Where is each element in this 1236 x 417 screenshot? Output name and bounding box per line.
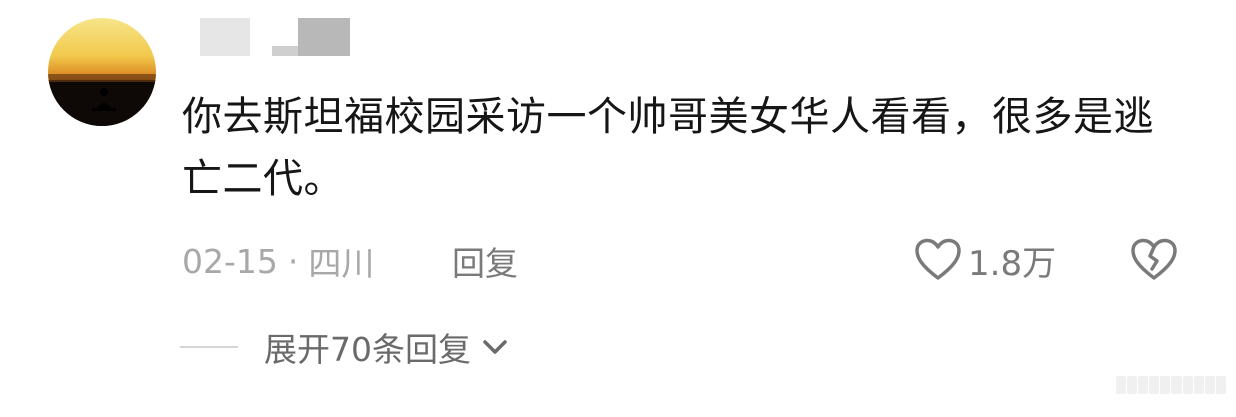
comment-date: 02-15 xyxy=(182,241,278,281)
reply-label: 回复 xyxy=(452,244,518,283)
comment-text: 你去斯坦福校园采访一个帅哥美女华人看看，很多是逃亡二代。 xyxy=(182,94,1154,202)
comment-meta: 02-15 · 四川 xyxy=(182,238,374,284)
redaction-block xyxy=(298,18,350,56)
broken-heart-icon xyxy=(1131,238,1177,280)
watermark xyxy=(1116,376,1226,394)
like-count: 1.8万 xyxy=(968,243,1057,284)
comment-location: 四川 xyxy=(308,244,375,283)
reply-button[interactable]: 回复 xyxy=(452,238,518,284)
heart-icon xyxy=(915,238,961,280)
expand-replies-button[interactable]: 展开70条回复 xyxy=(264,323,509,371)
username-redacted[interactable] xyxy=(200,18,350,58)
like-button[interactable]: 1.8万 xyxy=(914,236,1056,284)
expand-replies-label: 展开70条回复 xyxy=(264,330,471,369)
meta-separator: · xyxy=(287,241,299,281)
chevron-down-icon xyxy=(483,340,507,354)
redaction-block xyxy=(272,46,298,56)
avatar[interactable] xyxy=(48,18,156,126)
divider-line xyxy=(180,346,238,348)
comment-card: 你去斯坦福校园采访一个帅哥美女华人看看，很多是逃亡二代。 02-15 · 四川 … xyxy=(0,0,1236,417)
avatar-image xyxy=(48,74,156,126)
dislike-button[interactable] xyxy=(1130,236,1178,284)
expand-replies-row: 展开70条回复 xyxy=(180,324,509,370)
redaction-block xyxy=(200,18,250,56)
